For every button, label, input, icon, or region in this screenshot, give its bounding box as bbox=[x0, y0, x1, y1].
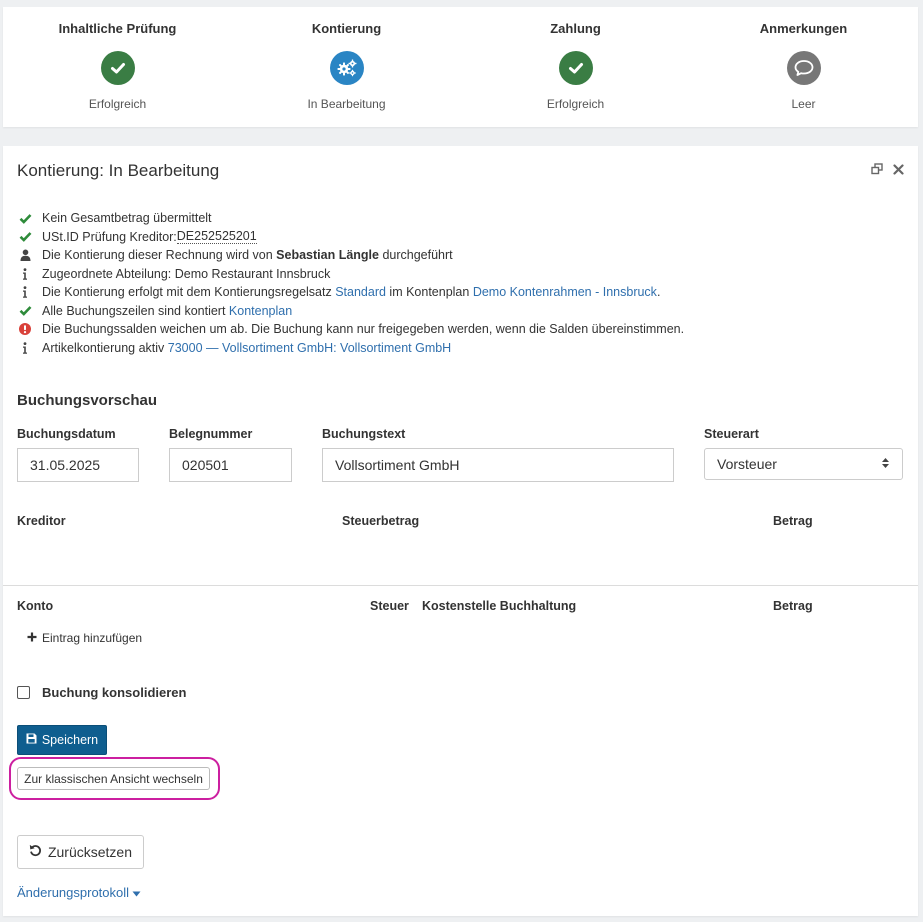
plus-icon bbox=[27, 631, 37, 645]
step-title: Anmerkungen bbox=[759, 21, 848, 36]
booking-text-label: Buchungstext bbox=[322, 427, 406, 441]
document-number-input[interactable] bbox=[169, 448, 292, 482]
kontierung-panel: Kontierung: In Bearbeitung Kein Gesamtbe… bbox=[3, 146, 918, 916]
step-status: Leer bbox=[791, 97, 816, 111]
tax-amount-label: Steuerbetrag bbox=[342, 514, 420, 528]
user-icon bbox=[17, 248, 33, 262]
step-status: Erfolgreich bbox=[546, 97, 605, 111]
message-item: Zugeordnete Abteilung: Demo Restaurant I… bbox=[17, 265, 897, 284]
check-icon bbox=[17, 230, 33, 244]
step-title: Kontierung bbox=[311, 21, 382, 36]
consolidate-checkbox[interactable] bbox=[17, 686, 30, 699]
message-item: Die Kontierung erfolgt mit dem Kontierun… bbox=[17, 283, 897, 302]
info-icon bbox=[17, 267, 33, 281]
gears-icon bbox=[329, 51, 364, 85]
check-icon bbox=[100, 51, 135, 85]
info-icon bbox=[17, 285, 33, 299]
validation-messages: Kein Gesamtbetrag übermittelt USt.ID Prü… bbox=[17, 209, 897, 357]
comment-icon bbox=[786, 51, 821, 85]
message-item: Artikelkontierung aktiv 73000 — Vollsort… bbox=[17, 339, 897, 358]
ruleset-link[interactable]: Standard bbox=[335, 285, 386, 299]
info-icon bbox=[17, 341, 33, 355]
check-icon bbox=[558, 51, 593, 85]
message-item: USt.ID Prüfung Kreditor: DE252525201 bbox=[17, 228, 897, 247]
amount-label: Betrag bbox=[773, 514, 813, 528]
save-button[interactable]: Speichern bbox=[17, 725, 107, 755]
column-betrag: Betrag bbox=[773, 599, 813, 613]
panel-controls bbox=[871, 163, 904, 178]
panel-title: Kontierung: In Bearbeitung bbox=[17, 161, 220, 180]
booking-date-input[interactable] bbox=[17, 448, 139, 482]
check-icon bbox=[17, 304, 33, 318]
add-entry-button[interactable]: Eintrag hinzufügen bbox=[27, 631, 142, 645]
message-item: Die Buchungssalden weichen um ab. Die Bu… bbox=[17, 320, 897, 339]
divider bbox=[3, 585, 918, 586]
step-status: Erfolgreich bbox=[88, 97, 147, 111]
switch-to-classic-view-button[interactable]: Zur klassischen Ansicht wechseln bbox=[17, 767, 210, 790]
message-item: Kein Gesamtbetrag übermittelt bbox=[17, 209, 897, 228]
column-kostenstelle: Kostenstelle Buchhaltung bbox=[422, 599, 577, 613]
ust-id-value: DE252525201 bbox=[176, 229, 257, 245]
document-number-label: Belegnummer bbox=[169, 427, 253, 441]
undo-icon bbox=[29, 844, 42, 860]
step-title: Zahlung bbox=[550, 21, 601, 36]
caret-down-icon bbox=[132, 885, 141, 900]
message-item: Alle Buchungszeilen sind kontiert Konten… bbox=[17, 302, 897, 321]
booking-text-input[interactable] bbox=[322, 448, 674, 482]
section-title-booking-preview: Buchungsvorschau bbox=[17, 392, 158, 409]
changelog-toggle[interactable]: Änderungsprotokoll bbox=[17, 885, 141, 900]
column-konto: Konto bbox=[17, 599, 54, 613]
status-steps: Inhaltliche Prüfung Erfolgreich Kontieru… bbox=[3, 7, 918, 127]
tax-type-label: Steuerart bbox=[704, 427, 759, 441]
user-name: Sebastian Längle bbox=[276, 248, 379, 263]
chart-of-accounts-link[interactable]: Demo Kontenrahmen - Innsbruck bbox=[473, 285, 657, 299]
booking-date-label: Buchungsdatum bbox=[17, 427, 116, 441]
article-account-link[interactable]: 73000 — Vollsortiment GmbH: Vollsortimen… bbox=[168, 341, 451, 355]
kontenplan-link[interactable]: Kontenplan bbox=[229, 304, 292, 318]
consolidate-label: Buchung konsolidieren bbox=[42, 685, 187, 700]
tax-type-select[interactable]: Vorsteuer bbox=[704, 448, 903, 480]
message-item: Die Kontierung dieser Rechnung wird von … bbox=[17, 246, 897, 265]
step-status: In Bearbeitung bbox=[307, 97, 386, 111]
check-icon bbox=[17, 211, 33, 225]
column-steuer: Steuer bbox=[370, 599, 409, 613]
consolidate-row: Buchung konsolidieren bbox=[17, 685, 186, 700]
sort-arrows-icon bbox=[881, 456, 890, 472]
step-title: Inhaltliche Prüfung bbox=[58, 21, 177, 36]
error-icon bbox=[17, 322, 33, 336]
restore-window-icon[interactable] bbox=[871, 163, 883, 178]
close-icon[interactable] bbox=[893, 163, 904, 178]
reset-button[interactable]: Zurücksetzen bbox=[17, 835, 144, 869]
floppy-disk-icon bbox=[26, 733, 37, 747]
creditor-label: Kreditor bbox=[17, 514, 66, 528]
